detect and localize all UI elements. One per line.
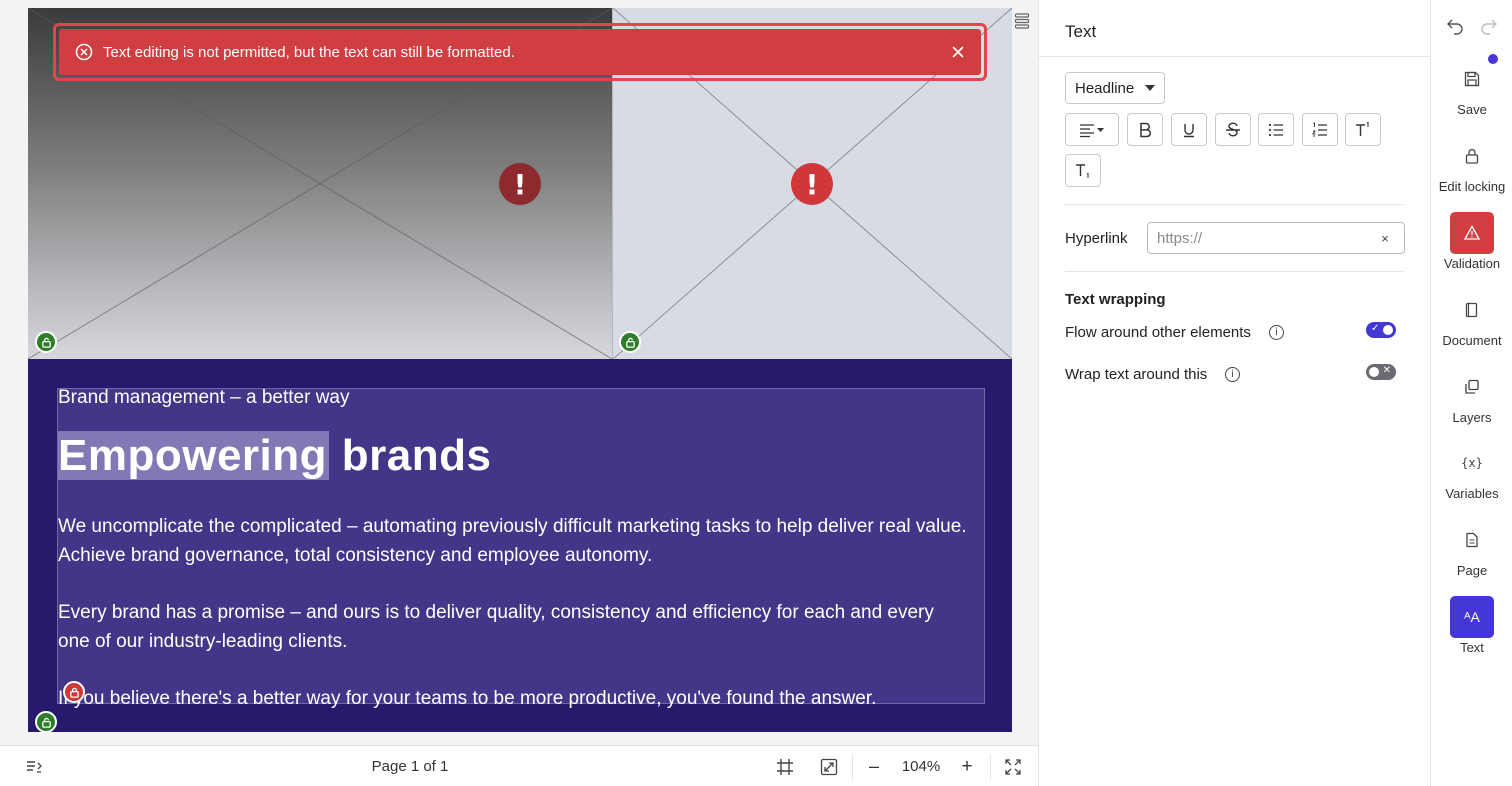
clear-icon[interactable]: × [1377, 230, 1393, 246]
hyperlink-label: Hyperlink [1065, 230, 1128, 247]
close-icon[interactable] [951, 45, 965, 59]
lock-open-icon[interactable] [35, 711, 57, 732]
lock-open-icon[interactable] [619, 331, 641, 353]
warning-icon [1463, 225, 1481, 240]
strikethrough-icon [1226, 122, 1240, 136]
fit-button[interactable] [816, 746, 842, 786]
rail-item-document[interactable]: Document [1431, 289, 1512, 359]
selected-word[interactable]: Empowering [58, 431, 330, 480]
bullet-list-button[interactable] [1258, 113, 1294, 146]
strikethrough-button[interactable] [1215, 113, 1251, 146]
text-paragraph[interactable]: Every brand has a promise – and ours is … [58, 598, 968, 656]
outline-toggle-button[interactable] [22, 746, 46, 786]
canvas-area[interactable]: ! ! Brand management – a better way Empo… [0, 0, 1038, 745]
headline-rest: brands [329, 431, 492, 480]
wrap-text-toggle[interactable]: ✕ [1366, 364, 1396, 380]
align-dropdown-button[interactable] [1065, 113, 1119, 146]
x-icon: ✕ [1382, 365, 1391, 376]
lock-icon [1465, 148, 1479, 164]
info-icon[interactable]: i [1269, 325, 1284, 340]
align-left-icon [1080, 123, 1104, 137]
rail-item-page[interactable]: Page [1431, 519, 1512, 589]
rail-item-save[interactable]: Save [1431, 58, 1512, 128]
info-icon[interactable]: i [1225, 367, 1240, 382]
variables-icon: {x} [1461, 456, 1483, 470]
rail-item-validation[interactable]: Validation [1431, 212, 1512, 282]
zoom-in-button[interactable]: + [955, 746, 979, 786]
rail-item-layers[interactable]: Layers [1431, 366, 1512, 436]
text-paragraph[interactable]: If you believe there's a better way for … [58, 684, 968, 713]
error-circle-icon [75, 43, 93, 61]
right-rail: Save Edit locking Validation Document La… [1430, 0, 1512, 786]
hyperlink-input[interactable] [1147, 222, 1405, 254]
flow-around-label: Flow around other elements [1065, 324, 1251, 341]
properties-panel: Text Headline Hyperlink × Text wrapping … [1038, 0, 1431, 786]
toast-message: Text editing is not permitted, but the t… [103, 43, 515, 61]
superscript-button[interactable] [1345, 113, 1381, 146]
undo-icon[interactable] [1445, 16, 1465, 36]
grid-button[interactable] [772, 746, 798, 786]
fullscreen-button[interactable] [1000, 746, 1026, 786]
chevron-down-icon [1145, 85, 1155, 91]
zoom-out-button[interactable]: – [862, 746, 886, 786]
bottom-toolbar: Page 1 of 1 – 104% + [0, 745, 1038, 786]
rail-item-variables[interactable]: {x} Variables [1431, 442, 1512, 512]
save-icon [1464, 71, 1480, 87]
text-wrapping-title: Text wrapping [1065, 291, 1166, 308]
text-style-value: Headline [1075, 79, 1135, 97]
bold-icon [1140, 122, 1151, 137]
text-subtitle[interactable]: Brand management – a better way [58, 387, 350, 409]
bullet-list-icon [1268, 123, 1283, 136]
layers-icon [1465, 379, 1479, 394]
fullscreen-icon [1005, 758, 1021, 775]
redo-icon[interactable] [1479, 16, 1499, 36]
lock-closed-icon[interactable] [63, 681, 85, 703]
stack-icon[interactable] [1014, 12, 1030, 30]
page-icon [1466, 532, 1478, 548]
error-toast: Text editing is not permitted, but the t… [53, 23, 987, 81]
numbered-list-button[interactable] [1302, 113, 1338, 146]
text-icon: ᴬA [1450, 596, 1494, 638]
list-settings-icon [27, 760, 42, 773]
error-icon[interactable]: ! [791, 163, 833, 205]
wrap-text-label: Wrap text around this [1065, 366, 1208, 383]
rail-item-text[interactable]: ᴬA Text [1431, 596, 1512, 666]
lock-open-icon[interactable] [35, 331, 57, 353]
check-icon: ✓ [1371, 323, 1380, 334]
error-icon[interactable]: ! [499, 163, 541, 205]
text-paragraph[interactable]: We uncomplicate the complicated – automa… [58, 512, 968, 570]
resize-icon [820, 758, 838, 775]
underline-icon [1184, 123, 1194, 137]
zoom-level[interactable]: 104% [892, 746, 950, 786]
flow-around-toggle[interactable]: ✓ [1366, 322, 1396, 338]
numbered-list-icon [1312, 121, 1327, 136]
superscript-icon [1356, 121, 1369, 136]
panel-title: Text [1065, 22, 1097, 41]
document-icon [1465, 302, 1478, 318]
rail-item-edit-locking[interactable]: Edit locking [1431, 135, 1512, 205]
bold-button[interactable] [1127, 113, 1163, 146]
design-page[interactable]: ! ! Brand management – a better way Empo… [28, 8, 1012, 732]
subscript-button[interactable] [1065, 154, 1101, 187]
subscript-icon [1076, 163, 1089, 178]
grid-icon [777, 758, 793, 775]
page-indicator[interactable]: Page 1 of 1 [330, 746, 490, 786]
text-style-dropdown[interactable]: Headline [1065, 72, 1165, 104]
underline-button[interactable] [1171, 113, 1207, 146]
text-block[interactable]: Brand management – a better way Empoweri… [28, 359, 1012, 732]
text-headline[interactable]: Empowering brands [58, 431, 491, 481]
